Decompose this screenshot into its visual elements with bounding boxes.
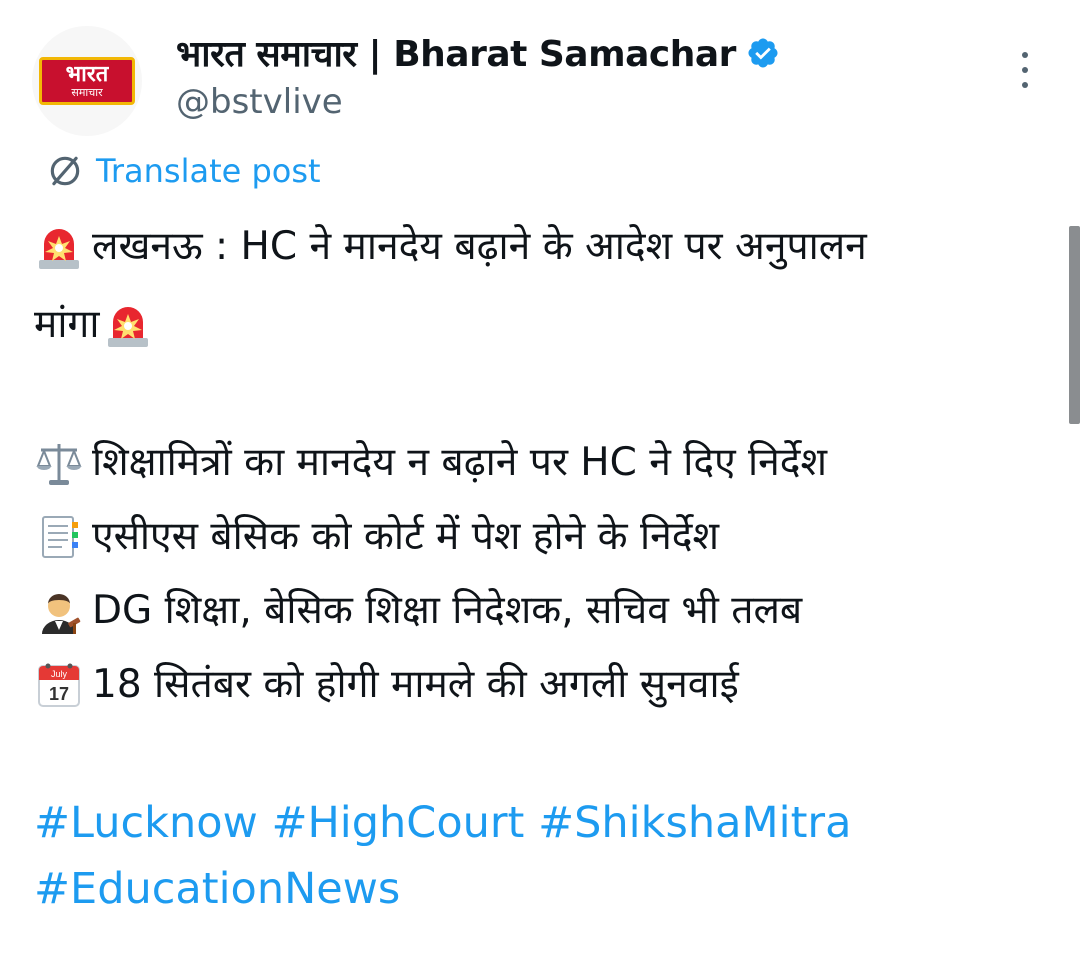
more-dot <box>1022 52 1028 58</box>
calendar-icon: July 17 <box>38 663 80 707</box>
post-text-line-1: लखनऊ : HC ने मानदेय बढ़ाने के आदेश पर अन… <box>92 223 867 269</box>
more-dot <box>1022 67 1028 73</box>
hashtag-line-2: #EducationNews <box>34 864 400 914</box>
post-text-line-4: एसीएस बेसिक को कोर्ट में पेश होने के निर… <box>92 513 719 559</box>
post-line-1: लखनऊ : HC ने मानदेय बढ़ाने के आदेश पर अन… <box>34 222 867 272</box>
hashtag-highcourt[interactable]: #HighCourt <box>271 798 524 848</box>
author-display-name[interactable]: भारत समाचार | Bharat Samachar <box>176 28 736 77</box>
police-car-light-icon <box>108 307 149 347</box>
post-text-line-2: मांगा <box>34 301 100 347</box>
post-line-6: July 17 18 सितंबर को होगी मामले की अगली … <box>34 660 739 710</box>
translate-post-link[interactable]: Translate post <box>46 152 321 190</box>
balance-scale-icon <box>36 444 82 485</box>
post-text-line-6: 18 सितंबर को होगी मामले की अगली सुनवाई <box>92 661 739 707</box>
police-car-light-icon <box>39 229 79 269</box>
logo-line-1: भारत <box>65 62 109 87</box>
calendar-month-label: July <box>51 669 68 679</box>
judge-icon <box>42 594 81 634</box>
author-name-row[interactable]: भारत समाचार | Bharat Samachar <box>176 28 780 77</box>
hashtag-educationnews[interactable]: #EducationNews <box>34 864 400 914</box>
scrollbar[interactable] <box>1069 226 1080 424</box>
more-options-icon[interactable] <box>1010 50 1040 90</box>
post-text-line-3: शिक्षामित्रों का मानदेय न बढ़ाने पर HC न… <box>92 439 828 485</box>
translate-globe-icon <box>50 156 80 186</box>
logo-line-2: समाचार <box>71 86 103 99</box>
more-dot <box>1022 82 1028 88</box>
author-handle[interactable]: @bstvlive <box>176 82 343 122</box>
post-line-2: मांगा <box>34 300 153 350</box>
post-line-3: शिक्षामित्रों का मानदेय न बढ़ाने पर HC न… <box>34 438 827 488</box>
hashtag-line-1: #Lucknow #HighCourt #ShikshaMitra <box>34 798 851 848</box>
avatar[interactable]: भारत समाचार <box>32 26 142 136</box>
calendar-day-label: 17 <box>49 684 69 704</box>
hashtag-lucknow[interactable]: #Lucknow <box>34 798 258 848</box>
post-text-line-5: DG शिक्षा, बेसिक शिक्षा निदेशक, सचिव भी … <box>92 587 803 633</box>
hashtag-shikshamitra[interactable]: #ShikshaMitra <box>538 798 851 848</box>
bharat-samachar-logo: भारत समाचार <box>39 57 135 105</box>
document-icon <box>42 516 78 558</box>
translate-post-label[interactable]: Translate post <box>96 152 321 190</box>
post-line-4: एसीएस बेसिक को कोर्ट में पेश होने के निर… <box>34 512 719 562</box>
post-line-5: DG शिक्षा, बेसिक शिक्षा निदेशक, सचिव भी … <box>34 586 802 636</box>
verified-badge-icon <box>748 37 778 68</box>
